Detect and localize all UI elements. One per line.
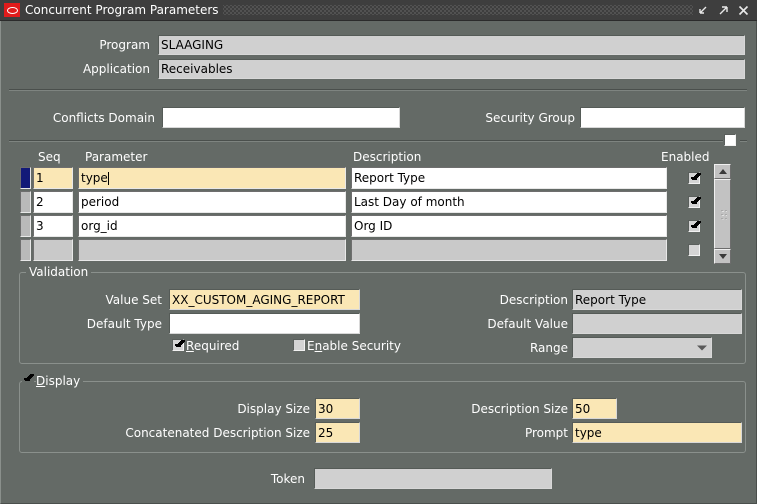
range-label: Range (430, 341, 568, 355)
program-field[interactable]: SLAAGING (158, 35, 745, 55)
seq-cell[interactable]: 2 (33, 191, 73, 213)
column-header-seq: Seq (38, 150, 61, 164)
oracle-logo-icon (4, 3, 20, 17)
window-titlebar: Concurrent Program Parameters (0, 0, 757, 21)
seq-cell[interactable]: 1 (33, 167, 73, 189)
table-row-indicator[interactable] (20, 167, 31, 189)
display-group-title: Display (36, 374, 83, 388)
column-header-parameter: Parameter (85, 150, 147, 164)
required-label[interactable]: Required (186, 339, 239, 353)
security-group-field[interactable] (580, 107, 745, 128)
prompt-label: Prompt (430, 426, 568, 440)
grid-top-divider (9, 140, 723, 142)
security-group-label: Security Group (410, 111, 575, 125)
scrollbar-grip-icon (720, 209, 727, 220)
enable-security-label[interactable]: Enable Security (307, 339, 401, 353)
maximize-button[interactable] (717, 4, 730, 17)
validation-group-title: Validation (26, 265, 91, 279)
close-button[interactable] (737, 4, 750, 17)
token-field[interactable] (314, 468, 552, 489)
table-row-indicator[interactable] (20, 239, 31, 261)
enabled-checkbox[interactable] (688, 196, 700, 208)
description-cell[interactable]: Last Day of month (351, 191, 667, 213)
table-row-indicator[interactable] (20, 191, 31, 213)
description-size-label: Description Size (430, 402, 568, 416)
concurrent-program-parameters-window: Concurrent Program Parameters Program SL… (0, 0, 757, 504)
enable-security-checkbox[interactable] (293, 339, 305, 351)
value-set-label: Value Set (30, 293, 162, 307)
display-size-label: Display Size (100, 402, 310, 416)
chevron-down-icon[interactable] (697, 345, 707, 350)
concatenated-description-size-label: Concatenated Description Size (60, 426, 310, 440)
application-label: Application (10, 62, 150, 76)
range-combobox[interactable] (572, 337, 712, 358)
application-field[interactable]: Receivables (158, 59, 745, 79)
window-buttons (697, 4, 750, 17)
description-size-field[interactable]: 50 (572, 398, 617, 419)
default-value-label: Default Value (430, 317, 568, 331)
description-cell[interactable]: Org ID (351, 215, 667, 237)
parameter-cell[interactable]: period (78, 191, 346, 213)
description-cell[interactable] (351, 239, 667, 261)
program-label: Program (10, 38, 150, 52)
parameter-cell[interactable]: org_id (78, 215, 346, 237)
grid-scrollbar[interactable] (714, 164, 731, 264)
validation-description-field[interactable]: Report Type (572, 289, 742, 310)
prompt-field[interactable]: type (572, 422, 742, 443)
scroll-up-arrow-icon[interactable] (714, 164, 731, 179)
enabled-checkbox[interactable] (688, 244, 700, 256)
header-divider (9, 89, 747, 91)
concatenated-description-size-field[interactable]: 25 (315, 422, 360, 443)
enabled-checkbox[interactable] (688, 172, 700, 184)
token-label: Token (170, 472, 305, 486)
value-set-field[interactable]: XX_CUSTOM_AGING_REPORT (169, 289, 360, 310)
grid-section-checkbox[interactable] (724, 134, 736, 146)
conflicts-domain-label: Conflicts Domain (20, 111, 155, 125)
scrollbar-thumb[interactable] (714, 179, 731, 249)
minimize-button[interactable] (697, 4, 710, 17)
required-checkbox[interactable] (172, 339, 184, 351)
window-title: Concurrent Program Parameters (25, 3, 219, 17)
default-value-field[interactable] (572, 313, 742, 334)
scroll-down-arrow-icon[interactable] (714, 249, 731, 264)
default-type-label: Default Type (30, 317, 162, 331)
description-cell[interactable]: Report Type (351, 167, 667, 189)
validation-description-label: Description (430, 293, 568, 307)
default-type-field[interactable] (169, 313, 360, 334)
conflicts-domain-field[interactable] (162, 107, 400, 128)
seq-cell[interactable] (33, 239, 73, 261)
display-checkbox[interactable] (22, 374, 34, 386)
parameter-cell[interactable]: type (78, 167, 346, 189)
column-header-description: Description (353, 150, 421, 164)
display-size-field[interactable]: 30 (315, 398, 360, 419)
seq-cell[interactable]: 3 (33, 215, 73, 237)
parameter-cell[interactable] (78, 239, 346, 261)
grid-top-divider-right (740, 140, 747, 142)
enabled-checkbox[interactable] (688, 220, 700, 232)
titlebar-hatch-decoration (223, 5, 693, 15)
table-row-indicator[interactable] (20, 215, 31, 237)
column-header-enabled: Enabled (661, 150, 710, 164)
